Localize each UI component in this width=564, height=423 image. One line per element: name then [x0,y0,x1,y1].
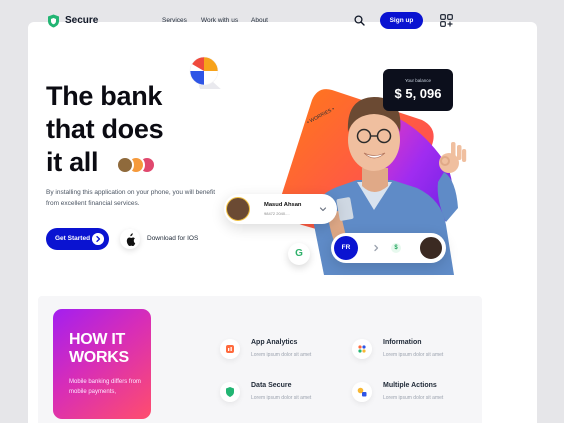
search-icon[interactable] [354,15,365,26]
get-started-label: Get Started [55,235,91,242]
nav-link-services[interactable]: Services [162,17,187,24]
download-ios-link[interactable]: Download for IOS [147,235,198,242]
apple-icon[interactable] [120,229,140,249]
feature-data-secure[interactable]: Data Secure Lorem ipsum dolor sit amet [220,382,370,412]
how-it-works-card: HOW IT WORKS Mobile banking differs from… [53,309,151,419]
user-avatars [110,156,156,176]
feature-title: Data Secure [251,382,292,389]
feature-description: Lorem ipsum dolor sit amet [251,395,312,401]
get-started-button[interactable]: Get Started [46,228,109,250]
chevron-right-icon [374,244,379,252]
shield-logo-icon[interactable] [47,14,60,28]
analytics-icon [220,339,240,359]
nav-link-work-with-us[interactable]: Work with us [201,17,238,24]
transfer-card[interactable]: FR $ [331,233,446,263]
how-it-works-title: HOW IT WORKS [69,331,129,366]
information-icon [352,339,372,359]
user-account-number: 98472 2040.... [264,211,290,216]
g-badge: G [288,243,310,265]
brand-name[interactable]: Secure [65,15,98,26]
shield-icon [220,382,240,402]
feature-title: App Analytics [251,339,298,346]
avatar [419,236,443,260]
from-avatar: FR [334,236,358,260]
feature-description: Lorem ipsum dolor sit amet [383,352,444,358]
hero-description: By installing this application on your p… [46,189,216,207]
feature-title: Information [383,339,422,346]
sign-up-button[interactable]: Sign up [380,12,423,29]
feature-multiple-actions[interactable]: Multiple Actions Lorem ipsum dolor sit a… [352,382,502,412]
balance-amount: $ 5, 096 [394,86,442,101]
dollar-icon: $ [391,243,401,253]
arrow-right-icon [92,233,104,245]
hero-title-line-2: that does [46,114,164,144]
how-it-works-description: Mobile banking differs from mobile payme… [69,379,141,395]
avatar [116,156,134,174]
balance-label: Your balance [404,78,432,83]
user-name: Masud Ahsan [264,202,302,208]
nav-link-about[interactable]: About [251,17,268,24]
actions-icon [352,382,372,402]
feature-app-analytics[interactable]: App Analytics Lorem ipsum dolor sit amet [220,339,370,369]
avatar [226,197,250,221]
hero-title-line-1: The bank [46,81,163,111]
grid-plus-icon[interactable] [440,14,453,27]
beach-ball-icon [189,56,221,89]
feature-information[interactable]: Information Lorem ipsum dolor sit amet [352,339,502,369]
user-card[interactable]: Masud Ahsan 98472 2040.... [224,194,337,224]
balance-card: Your balance $ 5, 096 [383,69,453,111]
chevron-down-icon[interactable] [318,204,328,214]
feature-description: Lorem ipsum dolor sit amet [251,352,312,358]
feature-title: Multiple Actions [383,382,437,389]
feature-description: Lorem ipsum dolor sit amet [383,395,444,401]
